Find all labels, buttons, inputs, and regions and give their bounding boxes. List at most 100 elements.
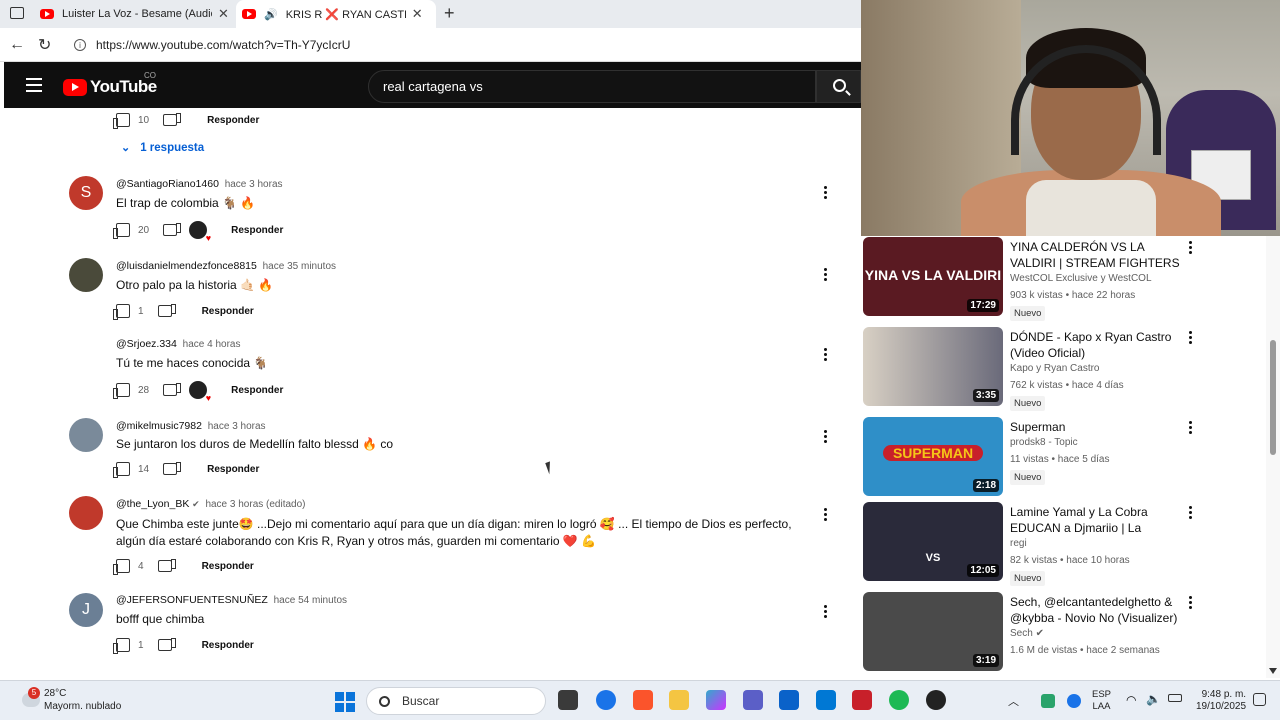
language-indicator[interactable]: ESP LAA [1092,689,1111,713]
avatar[interactable] [69,496,103,530]
wifi-icon[interactable]: ◠ [1126,693,1136,707]
tab-actions-icon[interactable] [10,7,24,19]
weather-widget[interactable]: 5 28°C Mayorm. nublado [22,687,121,713]
recommended-video[interactable]: VS 12:05 Lamine Yamal y La Cobra EDUCAN … [863,502,1273,586]
comment-author[interactable]: @JEFERSONFUENTESNUÑEZ [116,594,268,606]
comment-time[interactable]: hace 3 horas [225,179,283,190]
avatar[interactable] [69,258,103,292]
windows-start-icon[interactable] [335,692,355,712]
more-options-icon[interactable] [824,508,828,523]
menu-icon[interactable] [26,78,42,92]
audio-playing-icon[interactable]: 🔊 [264,8,278,21]
reply-button[interactable]: Responder [207,464,259,475]
replies-toggle[interactable]: ⌄ 1 respuesta [121,141,204,155]
video-title[interactable]: Lamine Yamal y La Cobra EDUCAN a Djmarii… [1010,504,1182,536]
like-icon[interactable] [113,113,130,129]
copilot-icon[interactable] [706,690,726,710]
more-options-icon[interactable] [824,186,828,201]
recommended-video[interactable]: 3:19 Sech, @elcantantedelghetto & @kybba… [863,592,1273,672]
like-icon[interactable] [113,559,130,575]
file-explorer-icon[interactable] [669,690,689,710]
more-options-icon[interactable] [824,605,828,620]
more-options-icon[interactable] [824,430,828,445]
video-title[interactable]: Superman [1010,419,1182,435]
channel-name[interactable]: Kapo y Ryan Castro [1010,363,1100,374]
dislike-icon[interactable] [157,304,176,317]
like-icon[interactable] [113,223,130,239]
volume-icon[interactable]: 🔈 [1146,692,1161,706]
comment-time[interactable]: hace 3 horas [208,421,266,432]
dislike-icon[interactable] [163,113,182,126]
comment-author[interactable]: @luisdanielmendezfonce8815 [116,260,257,272]
video-thumbnail[interactable]: 3:35 [863,327,1003,406]
notifications-icon[interactable] [1253,693,1266,706]
search-input[interactable]: real cartagena vs [368,70,816,103]
search-button[interactable] [816,70,861,103]
recommended-video[interactable]: SUPERMAN 2:18 Superman prodsk8 - Topic 1… [863,417,1273,497]
channel-name[interactable]: Sech ✔ [1010,628,1044,639]
more-options-icon[interactable] [1189,596,1192,611]
new-tab-icon[interactable]: + [444,3,455,24]
recommended-video[interactable]: 3:35 DÓNDE - Kapo x Ryan Castro (Video O… [863,327,1273,411]
video-thumbnail[interactable]: YINA VS LA VALDIRI 17:29 [863,237,1003,316]
like-icon[interactable] [113,462,130,478]
outlook-icon[interactable] [816,690,836,710]
taskbar-search[interactable]: Buscar [366,687,546,715]
video-thumbnail[interactable]: VS 12:05 [863,502,1003,581]
back-arrow-icon[interactable]: ← [9,36,25,54]
video-title[interactable]: Sech, @elcantantedelghetto & @kybba - No… [1010,594,1182,626]
reply-button[interactable]: Responder [202,561,254,572]
comment-time[interactable]: hace 3 horas (editado) [205,499,305,510]
dislike-icon[interactable] [163,462,182,475]
browser-tab-active[interactable]: 🔊 KRIS R ❌ RYAN CASTRO - M ✕ [236,0,436,28]
app-icon[interactable] [926,690,946,710]
comment-time[interactable]: hace 4 horas [183,339,241,350]
mcafee-icon[interactable] [852,690,872,710]
more-options-icon[interactable] [824,268,828,283]
video-thumbnail[interactable]: 3:19 [863,592,1003,671]
scroll-down-icon[interactable] [1269,668,1277,674]
comment-author[interactable]: @Srjoez.334 [116,338,177,350]
dislike-icon[interactable] [163,383,182,396]
scrollbar[interactable] [1266,236,1280,678]
like-icon[interactable] [113,638,130,654]
dislike-icon[interactable] [157,638,176,651]
reply-button[interactable]: Responder [231,225,283,236]
teams-icon[interactable] [743,690,763,710]
video-thumbnail[interactable]: SUPERMAN 2:18 [863,417,1003,496]
comment-time[interactable]: hace 54 minutos [274,595,347,606]
site-info-icon[interactable]: i [74,39,86,51]
spotify-icon[interactable] [889,690,909,710]
avatar[interactable]: S [69,176,103,210]
task-view-icon[interactable] [558,690,578,710]
reply-button[interactable]: Responder [202,306,254,317]
dislike-icon[interactable] [157,559,176,572]
comment-time[interactable]: hace 35 minutos [263,261,336,272]
avatar[interactable]: J [69,593,103,627]
recommended-video[interactable]: YINA VS LA VALDIRI 17:29 YINA CALDERÓN V… [863,237,1273,321]
brave-icon[interactable] [633,690,653,710]
channel-name[interactable]: prodsk8 - Topic [1010,437,1078,448]
youtube-logo[interactable]: YouTube CO [63,71,157,97]
more-options-icon[interactable] [1189,331,1192,346]
battery-icon[interactable] [1168,694,1182,702]
reply-button[interactable]: Responder [207,115,259,126]
more-options-icon[interactable] [824,348,828,363]
reload-icon[interactable]: ↻ [38,35,51,55]
like-icon[interactable] [113,304,130,320]
avatar[interactable] [69,418,103,452]
close-tab-icon[interactable]: ✕ [412,6,423,22]
reply-button[interactable]: Responder [202,640,254,651]
chevron-up-icon[interactable]: ︿ [1008,693,1019,709]
video-title[interactable]: YINA CALDERÓN VS LA VALDIRI | STREAM FIG… [1010,239,1182,271]
browser-tab[interactable]: Luister La Voz - Besame (Audio) | ✕ [40,0,236,28]
more-options-icon[interactable] [1189,421,1192,436]
comment-author[interactable]: @mikelmusic7982 [116,420,202,432]
tray-app-icon[interactable] [1041,694,1055,708]
comment-author[interactable]: @the_Lyon_BK [116,498,189,510]
clock[interactable]: 9:48 p. m. 19/10/2025 [1196,689,1246,713]
like-icon[interactable] [113,383,130,399]
channel-name[interactable]: regi [1010,538,1027,549]
microphone-icon[interactable] [1067,694,1081,708]
scrollbar-thumb[interactable] [1270,340,1276,455]
